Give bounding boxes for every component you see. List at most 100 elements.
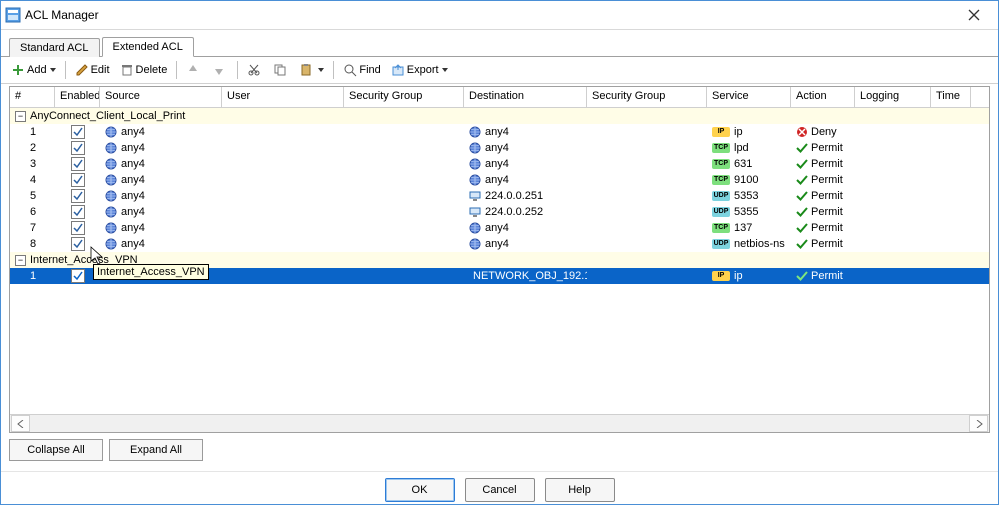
col-security-group-1[interactable]: Security Group <box>344 87 464 107</box>
cell-service: UDP5353 <box>707 188 791 204</box>
service-type-badge: UDP <box>712 191 730 201</box>
cell-source: any4 <box>100 124 222 140</box>
acl-rule-row[interactable]: 4any4any4TCP9100Permit <box>10 172 989 188</box>
cell-enabled[interactable] <box>55 268 100 284</box>
cell-enabled[interactable] <box>55 124 100 140</box>
network-any-icon <box>469 158 481 170</box>
permit-icon <box>796 158 808 170</box>
cell-enabled[interactable] <box>55 172 100 188</box>
acl-rule-row[interactable]: 1NETWORK_OBJ_192.1...IPipPermit <box>10 268 989 284</box>
scroll-left-button[interactable] <box>11 415 30 432</box>
col-source[interactable]: Source <box>100 87 222 107</box>
export-button[interactable]: Export <box>387 60 452 80</box>
cut-button[interactable] <box>243 60 267 80</box>
col-user[interactable]: User <box>222 87 344 107</box>
acl-rule-row[interactable]: 5any4224.0.0.251UDP5353Permit <box>10 188 989 204</box>
cell-logging <box>855 124 931 140</box>
ok-button[interactable]: OK <box>385 478 455 502</box>
col-logging[interactable]: Logging <box>855 87 931 107</box>
help-button[interactable]: Help <box>545 478 615 502</box>
trash-icon <box>120 63 134 77</box>
acl-rule-row[interactable]: 2any4any4TCPlpdPermit <box>10 140 989 156</box>
close-button[interactable] <box>954 3 994 27</box>
host-icon <box>469 190 481 202</box>
cell-logging <box>855 220 931 236</box>
cell-logging <box>855 140 931 156</box>
checkbox-icon <box>71 125 85 139</box>
cell-destination: any4 <box>464 156 587 172</box>
permit-icon <box>796 190 808 202</box>
move-up-button[interactable] <box>182 60 206 80</box>
collapse-toggle-icon[interactable]: − <box>15 255 26 266</box>
cell-destination: 224.0.0.252 <box>464 204 587 220</box>
pencil-icon <box>75 63 89 77</box>
tab-extended-acl[interactable]: Extended ACL <box>102 37 194 57</box>
host-icon <box>469 206 481 218</box>
acl-rule-row[interactable]: 6any4224.0.0.252UDP5355Permit <box>10 204 989 220</box>
cell-enabled[interactable] <box>55 140 100 156</box>
network-any-icon <box>105 238 117 250</box>
grid-body[interactable]: −AnyConnect_Client_Local_Print1any4any4I… <box>10 108 989 414</box>
group-row[interactable]: −AnyConnect_Client_Local_Print <box>10 108 989 124</box>
cell-sequence: 5 <box>10 188 55 204</box>
cell-service: UDP5355 <box>707 204 791 220</box>
col-service[interactable]: Service <box>707 87 791 107</box>
arrow-up-icon <box>186 63 200 77</box>
expand-collapse-row: Collapse All Expand All <box>1 433 998 467</box>
cell-enabled[interactable] <box>55 188 100 204</box>
paste-button[interactable] <box>295 60 328 80</box>
service-type-badge: IP <box>712 127 730 137</box>
cell-enabled[interactable] <box>55 156 100 172</box>
col-security-group-2[interactable]: Security Group <box>587 87 707 107</box>
cancel-button[interactable]: Cancel <box>465 478 535 502</box>
add-button[interactable]: Add <box>7 60 60 80</box>
cell-source: any4 <box>100 140 222 156</box>
tab-standard-acl[interactable]: Standard ACL <box>9 38 100 57</box>
expand-all-button[interactable]: Expand All <box>109 439 203 461</box>
collapse-all-button[interactable]: Collapse All <box>9 439 103 461</box>
network-any-icon <box>105 206 117 218</box>
network-any-icon <box>469 142 481 154</box>
cell-enabled[interactable] <box>55 204 100 220</box>
delete-button[interactable]: Delete <box>116 60 172 80</box>
cell-source: any4 <box>100 204 222 220</box>
network-any-icon <box>105 174 117 186</box>
edit-button[interactable]: Edit <box>71 60 114 80</box>
cell-logging <box>855 268 931 284</box>
cell-security-group <box>344 156 464 172</box>
cell-destination: any4 <box>464 236 587 252</box>
col-time[interactable]: Time <box>931 87 971 107</box>
move-down-button[interactable] <box>208 60 232 80</box>
acl-rule-row[interactable]: 3any4any4TCP631Permit <box>10 156 989 172</box>
cell-security-group <box>587 268 707 284</box>
cell-time <box>931 220 971 236</box>
dialog-footer: OK Cancel Help <box>1 471 998 504</box>
cell-security-group <box>344 204 464 220</box>
checkbox-icon <box>71 189 85 203</box>
acl-rule-row[interactable]: 7any4any4TCP137Permit <box>10 220 989 236</box>
horizontal-scrollbar[interactable] <box>10 414 989 432</box>
cell-enabled[interactable] <box>55 220 100 236</box>
acl-rule-row[interactable]: 8any4any4UDPnetbios-nsPermit <box>10 236 989 252</box>
network-any-icon <box>469 222 481 234</box>
checkbox-icon <box>71 157 85 171</box>
col-enabled[interactable]: Enabled <box>55 87 100 107</box>
cell-security-group <box>344 236 464 252</box>
cell-security-group <box>587 140 707 156</box>
scroll-right-button[interactable] <box>969 415 988 432</box>
cell-action: Permit <box>791 220 855 236</box>
copy-button[interactable] <box>269 60 293 80</box>
group-row[interactable]: −Internet_Access_VPN <box>10 252 989 268</box>
arrow-down-icon <box>212 63 226 77</box>
service-type-badge: TCP <box>712 159 730 169</box>
cell-destination: NETWORK_OBJ_192.1... <box>464 268 587 284</box>
col-destination[interactable]: Destination <box>464 87 587 107</box>
col-seq[interactable]: # <box>10 87 55 107</box>
acl-rule-row[interactable]: 1any4any4IPipDeny <box>10 124 989 140</box>
find-button[interactable]: Find <box>339 60 384 80</box>
window-title: ACL Manager <box>25 8 99 22</box>
col-action[interactable]: Action <box>791 87 855 107</box>
cell-source: any4 <box>100 236 222 252</box>
cell-service: TCP9100 <box>707 172 791 188</box>
collapse-toggle-icon[interactable]: − <box>15 111 26 122</box>
